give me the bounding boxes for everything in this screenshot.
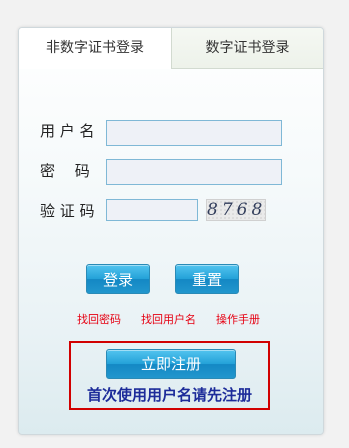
captcha-label: 验 证 码 [40, 202, 95, 220]
password-label: 密 码 [40, 162, 90, 180]
login-panel: 非数字证书登录 数字证书登录 用 户 名 密 码 验 证 码 8768 登录 重… [18, 27, 324, 435]
username-input[interactable] [106, 120, 282, 146]
captcha-input[interactable] [106, 199, 198, 221]
login-button[interactable]: 登录 [86, 264, 150, 294]
register-button[interactable]: 立即注册 [106, 349, 236, 379]
reset-button[interactable]: 重置 [175, 264, 239, 294]
username-label: 用 户 名 [40, 122, 95, 140]
forgot-username-link[interactable]: 找回用户名 [141, 311, 196, 327]
tab-non-certificate-login[interactable]: 非数字证书登录 [19, 28, 171, 69]
password-input[interactable] [106, 159, 282, 185]
tab-certificate-login[interactable]: 数字证书登录 [171, 28, 323, 69]
register-hint: 首次使用用户名请先注册 [86, 386, 252, 404]
forgot-password-link[interactable]: 找回密码 [77, 311, 121, 327]
register-highlight: 立即注册 首次使用用户名请先注册 [69, 341, 270, 410]
login-tabs: 非数字证书登录 数字证书登录 [19, 28, 323, 69]
captcha-image[interactable]: 8768 [206, 199, 266, 221]
manual-link[interactable]: 操作手册 [216, 311, 260, 327]
